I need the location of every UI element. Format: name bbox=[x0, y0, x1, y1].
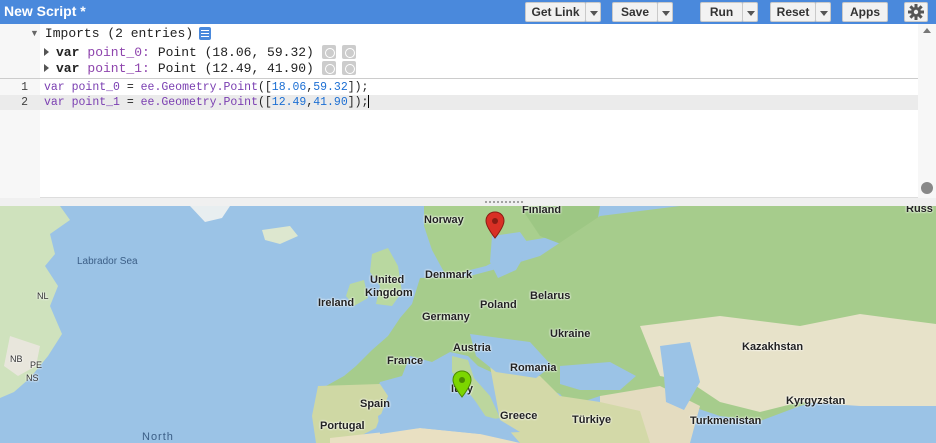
save-dropdown-icon[interactable] bbox=[657, 2, 673, 22]
import-value: Point (18.06, 59.32) bbox=[157, 44, 314, 60]
panel-splitter[interactable] bbox=[0, 198, 936, 206]
target-icon[interactable] bbox=[341, 61, 356, 75]
line-number: 2 bbox=[21, 96, 28, 109]
code-text[interactable]: var point_1 = ee.Geometry.Point([12.49,4… bbox=[44, 95, 370, 110]
map-marker-point-1[interactable] bbox=[452, 370, 472, 398]
map-label-united-kingdom: Kingdom bbox=[365, 287, 413, 299]
map-label-nb: NB bbox=[10, 354, 23, 364]
run-button[interactable]: Run bbox=[700, 2, 743, 22]
map-label-ns: NS bbox=[26, 373, 39, 383]
text-cursor bbox=[368, 95, 370, 109]
expand-icon[interactable] bbox=[44, 64, 49, 72]
map-label-kyrgyzstan: Kyrgyzstan bbox=[786, 395, 846, 407]
code-line-active[interactable]: 2 var point_1 = ee.Geometry.Point([12.49… bbox=[0, 95, 918, 110]
map-label-united-kingdom: United bbox=[370, 274, 405, 286]
script-title: New Script * bbox=[4, 3, 86, 19]
imports-text-icon[interactable] bbox=[199, 26, 212, 40]
expand-icon[interactable] bbox=[44, 48, 49, 56]
run-dropdown-icon[interactable] bbox=[742, 2, 758, 22]
import-entry[interactable]: var point_0: Point (18.06, 59.32) bbox=[44, 44, 356, 60]
map-label-ireland: Ireland bbox=[318, 297, 355, 309]
map-label-kazakhstan: Kazakhstan bbox=[742, 341, 804, 353]
target-icon[interactable] bbox=[341, 45, 356, 59]
line-gutter bbox=[0, 24, 40, 198]
map-marker-point-0[interactable] bbox=[485, 211, 505, 239]
map-label-turkiye: Türkiye bbox=[572, 414, 612, 426]
map-label-russia: Russ bbox=[906, 206, 933, 215]
map-label-nl: NL bbox=[37, 291, 49, 301]
map-label-norway: Norway bbox=[424, 214, 464, 226]
map-label-labrador-sea: Labrador Sea bbox=[77, 256, 138, 267]
map-label-spain: Spain bbox=[360, 398, 390, 410]
imports-divider bbox=[0, 78, 918, 79]
get-link-button[interactable]: Get Link bbox=[525, 2, 586, 22]
get-link-dropdown-icon[interactable] bbox=[585, 2, 601, 22]
code-text[interactable]: var point_0 = ee.Geometry.Point([18.06,5… bbox=[44, 80, 368, 95]
resize-handle-icon[interactable] bbox=[921, 182, 933, 194]
import-keyword: var bbox=[56, 44, 80, 60]
map-label-germany: Germany bbox=[422, 311, 470, 323]
collapse-toggle-icon[interactable]: ▼ bbox=[30, 28, 39, 38]
map-label-greece: Greece bbox=[500, 410, 538, 422]
imports-heading: Imports (2 entries) bbox=[44, 25, 194, 41]
reset-dropdown-icon[interactable] bbox=[815, 2, 831, 22]
map-label-ukraine: Ukraine bbox=[550, 328, 591, 340]
map-label-austria: Austria bbox=[453, 342, 491, 354]
imports-header[interactable]: ▼ Imports (2 entries) bbox=[30, 25, 212, 41]
import-keyword: var bbox=[56, 60, 80, 76]
settings-icon[interactable] bbox=[321, 45, 336, 59]
map-label-north-atlantic: North bbox=[142, 431, 174, 443]
map-label-turkmenistan: Turkmenistan bbox=[690, 415, 762, 427]
gear-icon[interactable] bbox=[904, 2, 928, 22]
save-button[interactable]: Save bbox=[612, 2, 658, 22]
import-entry[interactable]: var point_1: Point (12.49, 41.90) bbox=[44, 60, 356, 76]
map-label-belarus: Belarus bbox=[530, 290, 571, 302]
settings-icon[interactable] bbox=[321, 61, 336, 75]
line-number: 1 bbox=[21, 81, 28, 94]
reset-button[interactable]: Reset bbox=[770, 2, 816, 22]
map-label-france: France bbox=[387, 355, 424, 367]
code-editor[interactable]: ▼ Imports (2 entries) var point_0: Point… bbox=[0, 24, 936, 198]
top-toolbar: New Script * Get Link Save Run Reset App… bbox=[0, 0, 936, 24]
code-line[interactable]: 1 var point_0 = ee.Geometry.Point([18.06… bbox=[0, 80, 918, 95]
scroll-up-icon[interactable] bbox=[923, 28, 931, 33]
map-label-denmark: Denmark bbox=[425, 269, 473, 281]
map-label-finland: Finland bbox=[522, 206, 562, 216]
editor-scrollbar[interactable] bbox=[918, 24, 936, 198]
map-label-romania: Romania bbox=[510, 362, 557, 374]
apps-button[interactable]: Apps bbox=[842, 2, 888, 22]
import-value: Point (12.49, 41.90) bbox=[157, 60, 314, 76]
map-view[interactable]: Finland Norway Russ Labrador Sea United … bbox=[0, 206, 936, 443]
map-basemap bbox=[0, 206, 936, 443]
map-label-pe: PE bbox=[30, 360, 43, 370]
map-label-poland: Poland bbox=[480, 299, 517, 311]
drag-handle-icon[interactable] bbox=[484, 200, 524, 204]
import-variable-name: point_0: bbox=[87, 44, 150, 60]
map-label-portugal: Portugal bbox=[320, 420, 365, 432]
import-variable-name: point_1: bbox=[87, 60, 150, 76]
